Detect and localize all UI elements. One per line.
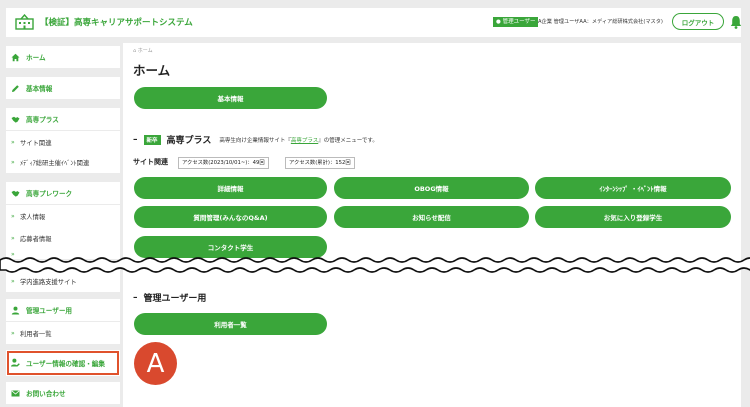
sidebar-item-admin-users[interactable]: 管理ユーザー用 [6,299,120,321]
section-name: 管理ユーザー用 [143,294,207,304]
user-edit-icon [11,358,20,367]
sidebar-item-user-list[interactable]: 利用者一覧 [6,322,120,344]
sidebar-item-kosen-prework[interactable]: 高専プレワーク [6,182,120,204]
obog-button[interactable]: OBOG情報 [334,177,529,199]
shinsotsu-badge: 新卒 [143,134,161,145]
user-list-button[interactable]: 利用者一覧 [134,313,327,335]
kosen-plus-link[interactable]: 高専プラス [291,138,318,144]
envelope-icon [11,390,20,397]
favorite-students-button[interactable]: お気に入り登録学生 [535,206,731,228]
basic-info-button[interactable]: 基本情報 [134,87,327,109]
handshake-icon [11,116,20,123]
app-header: 【検証】高専キャリアサポートシステム ● 管理ユーザー A企業 管理ユーザAA：… [6,8,742,37]
sidebar-item-contact[interactable]: お問い合わせ [6,382,120,404]
logout-button[interactable]: ログアウト [672,13,724,30]
sidebar-item-site-related[interactable]: サイト関連 [6,131,120,153]
sidebar-item-label: 利用者一覧 [20,330,52,338]
sidebar-item-basic-info[interactable]: 基本情報 [6,77,120,99]
main-content: ⌂ ホーム ホーム 基本情報 – 新卒 高専プラス 高専生向け企業情報サイト『高… [123,43,741,407]
breadcrumb-item-home[interactable]: ホーム [138,48,153,54]
home-icon: ⌂ [133,48,137,54]
notice-delivery-button[interactable]: お知らせ配信 [334,206,529,228]
sidebar-item-label: 高専プレワーク [26,190,73,198]
sidebar-item-label: 高専プラス [26,116,59,124]
sidebar-item-label: ユーザー情報の確認・編集 [26,360,105,368]
person-icon: ● [496,19,501,25]
access-count-total: アクセス数(累計)：152回 [285,157,355,169]
section-description: 高専生向け企業情報サイト『高専プラス』の管理メニューです。 [219,136,378,144]
breadcrumb: ⌂ ホーム [133,47,153,54]
home-icon [11,53,20,62]
user-icon [11,306,20,315]
sidebar: ホーム 基本情報 高専プラス サイト関連 ﾒﾃﾞｨｱ総研主催ｲﾍﾞﾝﾄ関連 高専… [6,43,120,407]
sidebar-item-label: 管理ユーザー用 [26,307,73,315]
admin-badge-label: 管理ユーザー [502,19,536,25]
sidebar-item-media-events[interactable]: ﾒﾃﾞｨｱ総研主催ｲﾍﾞﾝﾄ関連 [6,151,120,173]
desc-prefix: 高専生向け企業情報サイト『 [219,137,291,144]
admin-section-title: – 管理ユーザー用 [133,291,214,305]
contact-students-button[interactable]: コンタクト学生 [134,236,327,258]
desc-suffix: 』の管理メニューです。 [318,137,378,144]
bell-icon[interactable] [730,15,742,29]
sidebar-item-applicant-info[interactable]: 応募者情報 [6,227,120,249]
site-related-label: サイト関連 [133,158,168,166]
sidebar-item-user-info-edit[interactable]: ユーザー情報の確認・編集 [6,350,120,376]
section-dash: – [133,292,138,303]
sidebar-item-label: 応募者情報 [20,235,52,243]
page-title: ホーム [133,63,171,78]
sidebar-item-job-info[interactable]: 求人情報 [6,205,120,227]
kosen-plus-section-title: – 新卒 高専プラス 高専生向け企業情報サイト『高専プラス』の管理メニューです。 [133,133,378,146]
details-button[interactable]: 詳細情報 [134,177,327,199]
sidebar-item-label: 基本情報 [26,85,53,93]
section-dash: – [133,134,138,145]
admin-user-badge: ● 管理ユーザー [493,17,539,27]
handshake-icon [11,190,20,197]
app-title: 【検証】高専キャリアサポートシステム [40,18,193,28]
sidebar-item-home[interactable]: ホーム [6,46,120,68]
sidebar-item-label: ホーム [26,54,46,62]
section-name: 高専プラス [166,136,212,146]
pencil-icon [12,85,19,92]
access-count-since: アクセス数(2023/10/01~)：49回 [178,157,269,169]
sidebar-item-label: 学内進路支援サイト [20,278,77,286]
sidebar-item-label: ﾒﾃﾞｨｱ総研主催ｲﾍﾞﾝﾄ関連 [20,159,90,167]
sidebar-item-label: 求人情報 [20,213,46,221]
sidebar-item-label: お問い合わせ [26,390,66,398]
sidebar-item-label: サイト関連 [20,139,52,147]
qa-management-button[interactable]: 質問管理(みんなのQ&A) [134,206,327,228]
torn-edge-separator [0,257,750,273]
current-user-name: A企業 管理ユーザAA：メディア総研株式会社(マスタ) [538,19,663,25]
avatar: A [134,342,177,385]
sidebar-item-kosen-plus[interactable]: 高専プラス [6,108,120,130]
school-building-icon [15,14,34,30]
internship-event-button[interactable]: ｲﾝﾀｰﾝｼｯﾌﾟ ・ｲﾍﾞﾝﾄ情報 [535,177,731,199]
